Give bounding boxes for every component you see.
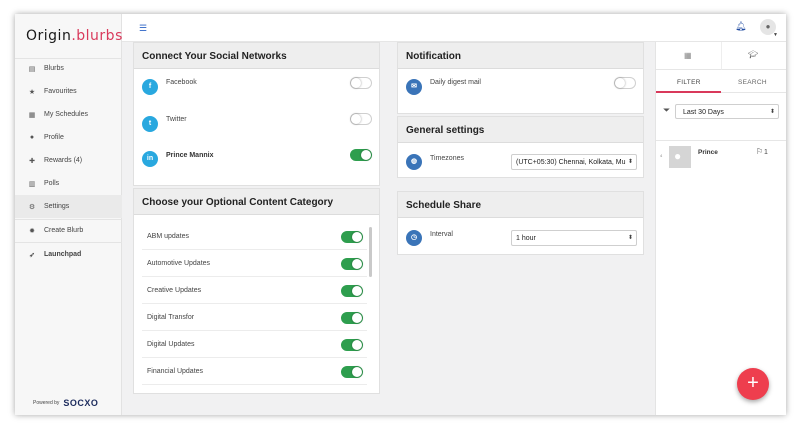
sidebar-item-blurbs[interactable]: ▤ Blurbs xyxy=(15,57,122,80)
social-row-linkedin: in Prince Mannix xyxy=(134,148,379,170)
panel-title: Connect Your Social Networks xyxy=(134,43,379,69)
category-toggle[interactable] xyxy=(341,231,363,243)
notification-panel: Notification ✉ Daily digest mail xyxy=(397,42,644,114)
sidebar-item-favourites[interactable]: ★ Favourites xyxy=(15,80,122,103)
panel-title: General settings xyxy=(398,117,643,143)
chevron-down-icon[interactable]: ▼ xyxy=(773,32,778,38)
sidebar-item-launchpad[interactable]: ➶ Launchpad xyxy=(15,243,122,266)
category-row: Digital Transfor xyxy=(142,304,367,331)
avatar: ● xyxy=(669,146,691,168)
menu-toggle-icon[interactable]: ☰ xyxy=(139,23,147,34)
tab-search[interactable]: SEARCH xyxy=(721,71,786,93)
app-window: Origin.blurbs ▤ Blurbs ★ Favourites ▦ My Sc… xyxy=(15,14,786,415)
graduation-cap-icon: 🎓︎ xyxy=(748,50,759,59)
panel-title: Schedule Share xyxy=(398,192,643,218)
sidebar-item-settings[interactable]: ⚙ Settings xyxy=(15,195,122,218)
linkedin-toggle[interactable] xyxy=(350,149,372,161)
sidebar-item-profile[interactable]: ● Profile xyxy=(15,126,122,149)
clock-icon: ◷ xyxy=(406,230,422,246)
daily-digest-row: ✉ Daily digest mail xyxy=(398,76,643,98)
gears-icon: ⚙ xyxy=(28,203,36,211)
sidebar: Origin.blurbs ▤ Blurbs ★ Favourites ▦ My Sc… xyxy=(15,14,122,415)
category-toggle[interactable] xyxy=(341,366,363,378)
social-row-facebook: f Facebook xyxy=(134,76,379,98)
bar-chart-icon: ▥ xyxy=(28,180,36,188)
tab-education[interactable]: 🎓︎ xyxy=(721,42,786,70)
sidebar-item-create-blurb[interactable]: ✹ Create Blurb xyxy=(15,219,122,242)
category-toggle[interactable] xyxy=(341,285,363,297)
logo[interactable]: Origin.blurbs xyxy=(26,28,123,44)
interval-select[interactable]: 1 hour ⬍ xyxy=(511,230,637,246)
sidebar-item-polls[interactable]: ▥ Polls xyxy=(15,172,122,195)
category-row: ABM updates xyxy=(142,223,367,250)
gear-icon: ✹ xyxy=(29,227,35,235)
list-item[interactable]: 4 ● Prince ⚐ 1 xyxy=(656,145,786,175)
select-caret-icon: ⬍ xyxy=(627,235,633,241)
linkedin-icon: in xyxy=(142,151,158,167)
facebook-toggle[interactable] xyxy=(350,77,372,89)
right-panel: ▦ 🎓︎ FILTER SEARCH ⏷ Last 30 Days ⬍ 4 ● P… xyxy=(655,42,786,415)
daily-digest-toggle[interactable] xyxy=(614,77,636,89)
calendar-icon: ▦ xyxy=(684,51,692,60)
category-row: Creative Updates xyxy=(142,277,367,304)
socxo-logo: SOCXO xyxy=(63,398,99,408)
plus-icon: + xyxy=(747,372,759,394)
user-icon: ● xyxy=(29,134,35,141)
general-settings-panel: General settings ◍ Timezones (UTC+05:30)… xyxy=(397,116,644,178)
date-range-select[interactable]: Last 30 Days ⬍ xyxy=(675,104,779,119)
tab-filter[interactable]: FILTER xyxy=(656,71,721,93)
rocket-icon: ➶ xyxy=(29,251,35,259)
category-row: Financial Updates xyxy=(142,358,367,385)
gift-icon: ✚ xyxy=(29,157,35,165)
star-icon: ★ xyxy=(28,88,36,96)
mail-icon: ✉ xyxy=(406,79,422,95)
social-networks-panel: Connect Your Social Networks f Facebook … xyxy=(133,42,380,186)
bookmark-icon[interactable]: ⚐ xyxy=(756,147,763,156)
sidebar-item-rewards[interactable]: ✚ Rewards (4) xyxy=(15,149,122,172)
panel-title: Choose your Optional Content Category xyxy=(134,189,379,215)
category-toggle[interactable] xyxy=(341,339,363,351)
category-toggle[interactable] xyxy=(341,258,363,270)
select-caret-icon: ⬍ xyxy=(627,159,633,165)
twitter-toggle[interactable] xyxy=(350,113,372,125)
scrollbar[interactable] xyxy=(369,227,372,277)
top-bar: ☰ 🔔︎ ● ▼ xyxy=(122,14,786,42)
select-caret-icon: ⬍ xyxy=(769,109,775,115)
social-row-twitter: t Twitter xyxy=(134,113,379,135)
globe-icon: ◍ xyxy=(406,154,422,170)
calendar-icon: ▦ xyxy=(28,111,36,119)
category-row: Automotive Updates xyxy=(142,250,367,277)
twitter-icon: t xyxy=(142,116,158,132)
facebook-icon: f xyxy=(142,79,158,95)
powered-by: Powered by SOCXO xyxy=(33,398,99,408)
category-toggle[interactable] xyxy=(341,312,363,324)
content-category-panel: Choose your Optional Content Category AB… xyxy=(133,188,380,394)
category-row: Digital Updates xyxy=(142,331,367,358)
timezone-select[interactable]: (UTC+05:30) Chennai, Kolkata, Mu ⬍ xyxy=(511,154,637,170)
schedule-share-panel: Schedule Share ◷ Interval 1 hour ⬍ xyxy=(397,191,644,255)
bell-icon[interactable]: 🔔︎ xyxy=(735,21,746,32)
sidebar-item-my-schedules[interactable]: ▦ My Schedules xyxy=(15,103,122,126)
filter-icon: ⏷ xyxy=(663,105,671,115)
tab-calendar[interactable]: ▦ xyxy=(656,42,721,70)
user-silhouette-icon: ● xyxy=(674,149,682,163)
add-button[interactable]: + xyxy=(737,368,769,400)
panel-title: Notification xyxy=(398,43,643,69)
file-icon: ▤ xyxy=(28,65,36,73)
